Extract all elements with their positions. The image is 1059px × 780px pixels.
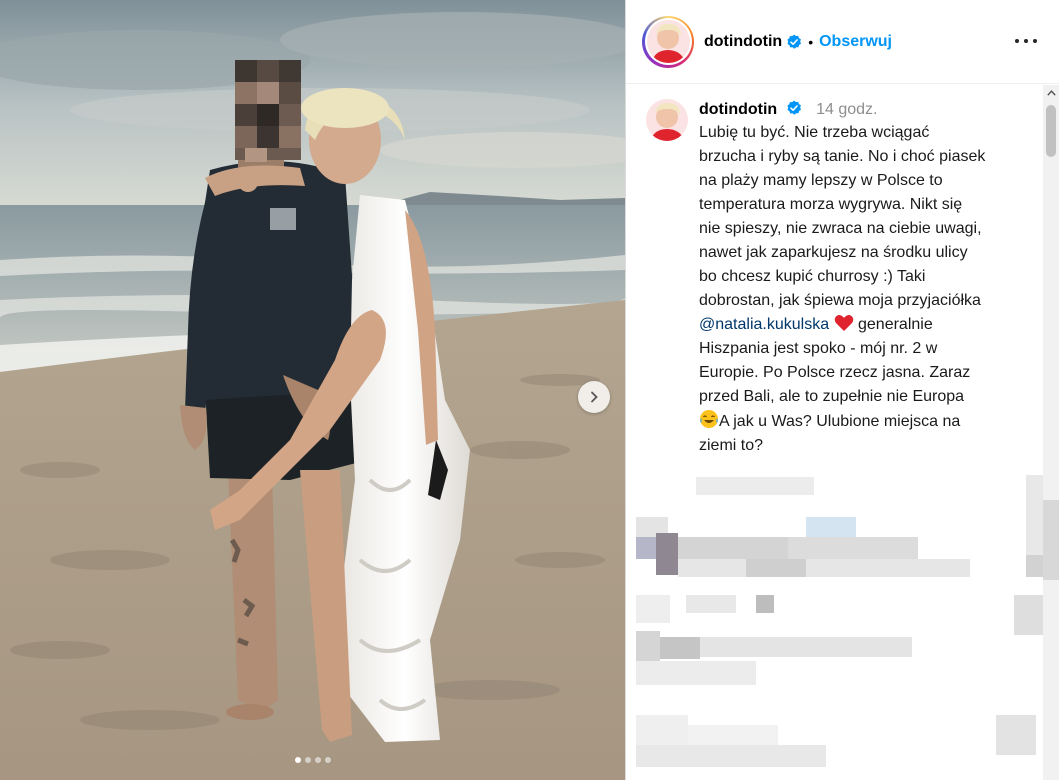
obscured-comment bbox=[806, 517, 856, 537]
scroll-thumb[interactable] bbox=[1046, 105, 1056, 157]
more-options-button[interactable] bbox=[1015, 33, 1037, 49]
header-username[interactable]: dotindotin bbox=[704, 33, 782, 51]
carousel-dot bbox=[314, 757, 321, 763]
caption-header: dotindotin 14 godz. bbox=[699, 99, 1034, 121]
carousel-next-button[interactable] bbox=[578, 381, 610, 413]
post-side-panel: dotindotin • Obserwuj dotindotin 14 godz… bbox=[625, 0, 1059, 780]
obscured-comment bbox=[636, 745, 826, 767]
carousel-dot bbox=[324, 757, 331, 763]
story-ring[interactable] bbox=[642, 15, 694, 68]
post-photo[interactable] bbox=[0, 0, 625, 780]
caption-username[interactable]: dotindotin bbox=[699, 101, 777, 118]
obscured-comment bbox=[678, 537, 788, 559]
obscured-comment bbox=[636, 715, 688, 745]
caption-text-part: Lubię tu być. Nie trzeba wciągać brzucha… bbox=[699, 124, 986, 309]
verified-badge-icon bbox=[787, 100, 801, 115]
obscured-comment bbox=[746, 559, 806, 577]
more-dot-icon bbox=[1024, 39, 1028, 43]
comments-area[interactable]: dotindotin 14 godz. Lubię tu być. Nie tr… bbox=[626, 85, 1044, 780]
obscured-comment bbox=[636, 661, 756, 685]
obscured-comment bbox=[636, 631, 660, 661]
post-header: dotindotin • Obserwuj bbox=[626, 0, 1059, 84]
avatar bbox=[646, 20, 690, 63]
obscured-comment bbox=[660, 637, 700, 659]
obscured-comment bbox=[1014, 595, 1044, 635]
obscured-strip bbox=[1043, 500, 1059, 580]
caption-text-part: A jak u Was? Ulubione miejsca na ziemi t… bbox=[699, 413, 961, 454]
chevron-right-icon bbox=[591, 391, 598, 403]
obscured-comment bbox=[636, 537, 656, 559]
carousel-dot bbox=[304, 757, 311, 763]
obscured-comment bbox=[656, 533, 678, 575]
obscured-comment bbox=[688, 725, 778, 745]
more-dot-icon bbox=[1015, 39, 1019, 43]
tears-of-joy-emoji bbox=[700, 410, 718, 428]
obscured-comment bbox=[636, 595, 670, 623]
carousel-indicators bbox=[0, 757, 625, 763]
caption: dotindotin 14 godz. Lubię tu być. Nie tr… bbox=[699, 99, 1034, 458]
obscured-comment bbox=[1026, 555, 1044, 577]
scroll-up-button[interactable] bbox=[1043, 85, 1059, 101]
follow-button[interactable]: Obserwuj bbox=[819, 33, 892, 51]
obscured-comment bbox=[1026, 475, 1044, 555]
verified-badge-icon bbox=[787, 34, 802, 49]
scroll-up-arrow-icon bbox=[1046, 90, 1056, 96]
obscured-comment bbox=[696, 477, 814, 495]
obscured-comment bbox=[996, 715, 1036, 755]
caption-text: Lubię tu być. Nie trzeba wciągać brzucha… bbox=[699, 121, 1034, 458]
obscured-comment bbox=[756, 595, 774, 613]
mention-link[interactable]: @natalia.kukulska bbox=[699, 316, 829, 333]
post-time[interactable]: 14 godz. bbox=[816, 101, 877, 118]
caption-avatar[interactable] bbox=[646, 99, 688, 141]
carousel-dot bbox=[294, 757, 301, 763]
more-dot-icon bbox=[1033, 39, 1037, 43]
obscured-comment bbox=[678, 559, 970, 577]
header-separator: • bbox=[808, 33, 814, 50]
obscured-comment bbox=[700, 637, 912, 657]
red-heart-emoji bbox=[834, 314, 853, 331]
obscured-comment bbox=[788, 537, 918, 559]
comments-scrollbar[interactable] bbox=[1043, 85, 1059, 780]
obscured-comment bbox=[686, 595, 736, 613]
beach-photo bbox=[0, 0, 625, 780]
